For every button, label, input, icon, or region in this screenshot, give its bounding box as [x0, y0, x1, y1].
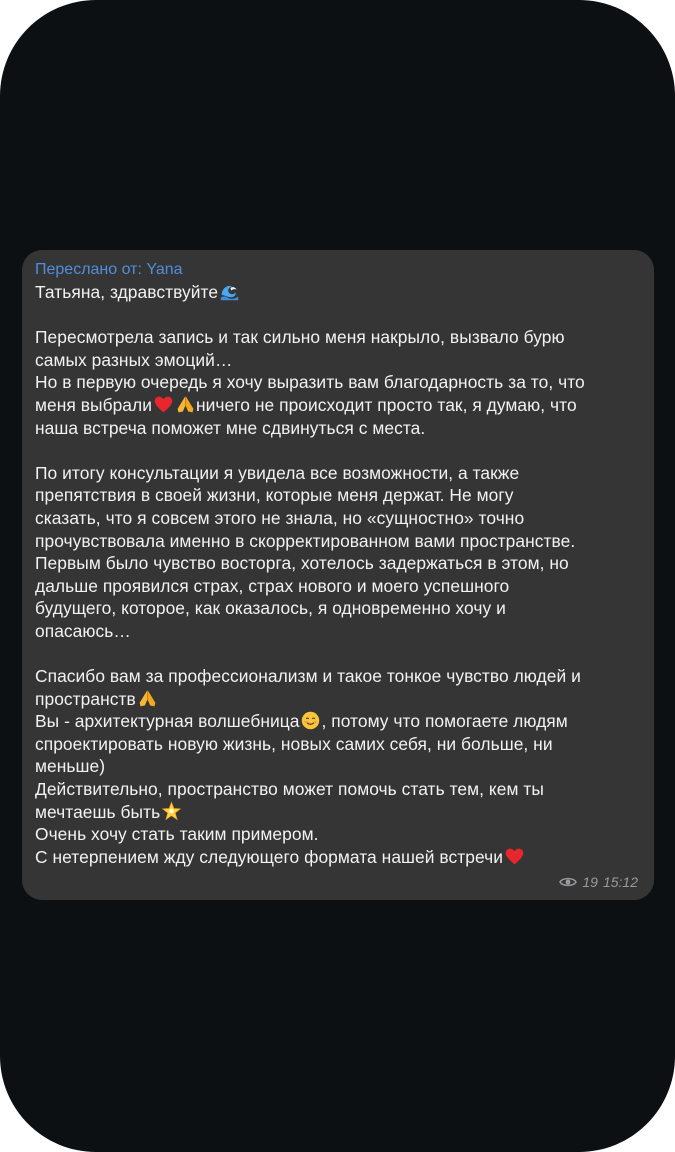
forwarded-message-bubble[interactable]: Переслано от: Yana Татьяна, здравствуйте…: [22, 250, 654, 900]
forward-prefix: Переслано от:: [35, 261, 147, 278]
message-line: наша встреча поможет мне сдвинуться с ме…: [35, 417, 426, 438]
message-line: Первым было чувство восторга, хотелось з…: [35, 553, 569, 574]
eye-icon: [559, 877, 578, 887]
message-line: будущего, которое, как оказалось, я одно…: [35, 598, 506, 619]
chat-screen: Переслано от: Yana Татьяна, здравствуйте…: [0, 0, 675, 1152]
message-line: препятствия в своей жизни, которые меня …: [35, 485, 514, 506]
message-line: дальше проявился страх, страх нового и м…: [35, 575, 510, 596]
message-line: Но в первую очередь я хочу выразить вам …: [35, 372, 585, 393]
relieved-face-icon: [300, 710, 321, 731]
message-text: Татьяна, здравствуйте Пересмотрела запис…: [35, 281, 640, 868]
message-line: самых разных эмоций…: [35, 349, 233, 370]
message-line: пространств: [35, 688, 640, 711]
message-line: меня выбрали ничего не происходит просто …: [35, 394, 577, 415]
wave-icon: [219, 281, 240, 302]
message-line: спроектировать новую жизнь, новых самих …: [35, 733, 553, 754]
message-line: мечтаешь быть: [35, 800, 640, 824]
message-meta: 19 15:12: [559, 874, 638, 890]
message-line: прочувствовала именно в скорректированно…: [35, 530, 576, 551]
message-line: меньше): [35, 756, 106, 777]
folded-hands-icon: [175, 394, 196, 415]
forward-header[interactable]: Переслано от: Yana: [35, 259, 640, 281]
message-line: Спасибо вам за профессионализм и такое т…: [35, 666, 581, 687]
message-line: сказать, что я совсем этого не знала, но…: [35, 507, 525, 528]
message-line: Очень хочу стать таким примером.: [35, 824, 319, 845]
red-heart-icon: [153, 394, 174, 415]
message-line: С нетерпением жду следующего формата наш…: [35, 846, 640, 869]
message-line: Вы - архитектурная волшебница, потому чт…: [35, 710, 568, 732]
message-line: Действительно, пространство может помочь…: [35, 779, 544, 800]
folded-hands-icon: [137, 688, 158, 709]
view-count: 19: [582, 874, 598, 890]
message-line: Татьяна, здравствуйте: [35, 281, 640, 304]
red-heart-icon: [504, 846, 525, 867]
message-time: 15:12: [602, 874, 638, 890]
greeting-text: Татьяна, здравствуйте: [35, 282, 219, 302]
message-line: опасаюсь…: [35, 620, 131, 641]
message-line: Пересмотрела запись и так сильно меня на…: [35, 327, 565, 348]
glowing-star-icon: [161, 800, 182, 822]
forward-sender-name[interactable]: Yana: [146, 261, 182, 278]
message-line: По итогу консультации я увидела все возм…: [35, 462, 520, 483]
